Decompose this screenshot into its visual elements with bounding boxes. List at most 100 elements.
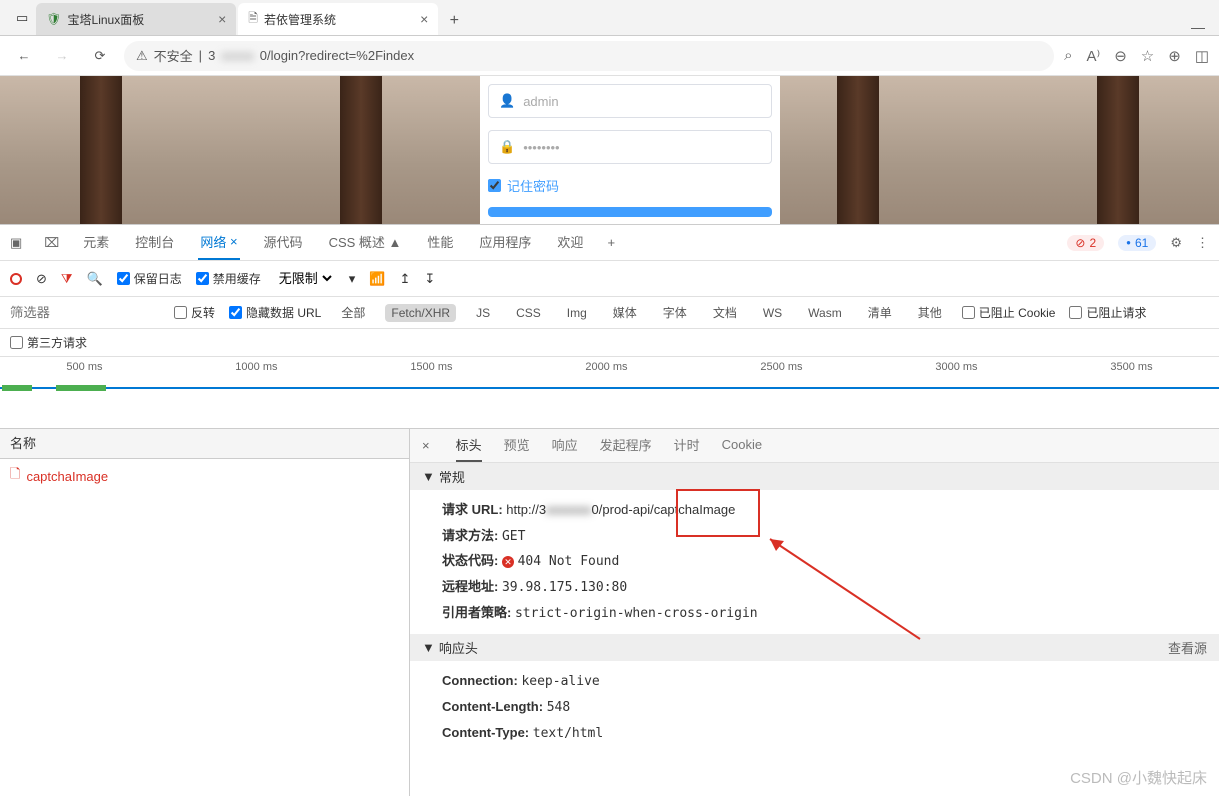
key-icon[interactable]: ⌕	[1064, 47, 1072, 65]
preserve-log-checkbox[interactable]: 保留日志	[117, 270, 182, 287]
error-dot-icon: ✕	[502, 556, 514, 568]
annotation-arrow	[760, 529, 940, 649]
read-aloud-icon[interactable]: A⁾	[1087, 47, 1101, 65]
detail-tab-response[interactable]: 响应	[552, 429, 578, 462]
browser-tab-0[interactable]: 🛡 宝塔Linux面板 ×	[36, 3, 236, 35]
tab-welcome[interactable]: 欢迎	[555, 225, 585, 260]
filter-font[interactable]: 字体	[657, 302, 693, 323]
username-field[interactable]: 👤 admin	[488, 84, 772, 118]
device-toggle-icon[interactable]: ⌧	[44, 235, 59, 251]
third-party-checkbox[interactable]: 第三方请求	[10, 334, 87, 351]
download-icon[interactable]: ↧	[424, 271, 435, 287]
file-icon: 🗋	[10, 465, 20, 487]
close-icon[interactable]: ×	[420, 11, 428, 27]
close-detail-button[interactable]: ×	[422, 438, 430, 453]
blocked-cookie-checkbox[interactable]: 已阻止 Cookie	[962, 304, 1056, 321]
refresh-button[interactable]: ⟳	[86, 42, 114, 70]
more-icon[interactable]: ⋮	[1196, 235, 1209, 251]
add-tab-button[interactable]: +	[607, 235, 615, 250]
filter-doc[interactable]: 文档	[707, 302, 743, 323]
address-bar: ← → ⟳ ⚠ 不安全 | 3 xxxxx 0/login?redirect=%…	[0, 36, 1219, 76]
filter-img[interactable]: Img	[561, 304, 593, 322]
filter-toggle-icon[interactable]: ⧩	[61, 271, 73, 287]
blocked-request-checkbox[interactable]: 已阻止请求	[1069, 304, 1146, 321]
search-icon[interactable]: 🔍	[87, 271, 103, 287]
tab-list-icon[interactable]: ▭	[16, 10, 28, 26]
page-viewport: 👤 admin 🔒 •••••••• 记住密码	[0, 76, 1219, 224]
close-icon[interactable]: ×	[218, 11, 226, 27]
request-row-captchaimage[interactable]: 🗋 captchaImage	[0, 459, 409, 493]
column-header-name[interactable]: 名称	[0, 429, 409, 459]
favorite-icon[interactable]: ☆	[1141, 47, 1154, 65]
filter-css[interactable]: CSS	[510, 304, 547, 322]
app-icon[interactable]: ◫	[1195, 47, 1209, 65]
tab-sources[interactable]: 源代码	[262, 225, 305, 260]
password-field[interactable]: 🔒 ••••••••	[488, 130, 772, 164]
filter-wasm[interactable]: Wasm	[802, 304, 848, 322]
zoom-icon[interactable]: ⊖	[1114, 47, 1127, 65]
info-count-badge[interactable]: 61	[1118, 235, 1156, 251]
detail-tab-headers[interactable]: 标头	[456, 429, 482, 462]
record-button[interactable]	[10, 273, 22, 285]
tab-network[interactable]: 网络 ×	[198, 225, 239, 260]
filter-manifest[interactable]: 清单	[862, 302, 898, 323]
url-text-blur: xxxxx	[221, 48, 254, 63]
header-connection: Connection: keep-alive	[442, 669, 1203, 695]
tick: 3500 ms	[1110, 361, 1152, 373]
filter-fetch-xhr[interactable]: Fetch/XHR	[385, 304, 456, 322]
filter-other[interactable]: 其他	[912, 302, 948, 323]
url-separator: |	[199, 48, 202, 63]
tab-application[interactable]: 应用程序	[477, 225, 533, 260]
bg-decoration	[80, 76, 122, 224]
remember-label: 记住密码	[507, 176, 559, 195]
close-icon[interactable]: ×	[230, 234, 238, 249]
view-source-link[interactable]: 查看源	[1168, 638, 1207, 657]
network-timeline[interactable]: 500 ms 1000 ms 1500 ms 2000 ms 2500 ms 3…	[0, 357, 1219, 429]
request-name: captchaImage	[26, 469, 108, 484]
settings-icon[interactable]: ⚙	[1170, 235, 1182, 251]
detail-tab-initiator[interactable]: 发起程序	[600, 429, 652, 462]
filter-ws[interactable]: WS	[757, 304, 788, 322]
hide-data-url-checkbox[interactable]: 隐藏数据 URL	[229, 304, 321, 321]
upload-icon[interactable]: ↥	[399, 271, 410, 287]
remember-checkbox[interactable]: 记住密码	[488, 176, 772, 195]
detail-tab-preview[interactable]: 预览	[504, 429, 530, 462]
browser-tab-1[interactable]: 🗎 若依管理系统 ×	[238, 3, 438, 35]
detail-tab-cookies[interactable]: Cookie	[722, 429, 762, 462]
bg-decoration	[837, 76, 879, 224]
new-tab-button[interactable]: +	[440, 7, 468, 35]
throttle-select[interactable]: 无限制	[275, 270, 335, 287]
header-content-length: Content-Length: 548	[442, 695, 1203, 721]
user-icon: 👤	[499, 93, 515, 109]
back-button[interactable]: ←	[10, 42, 38, 70]
login-button[interactable]	[488, 207, 772, 217]
url-text-suffix: 0/login?redirect=%2Findex	[260, 48, 414, 63]
tab-console[interactable]: 控制台	[133, 225, 176, 260]
invert-checkbox[interactable]: 反转	[174, 304, 215, 321]
section-general-header[interactable]: ▼ 常规	[410, 463, 1219, 490]
tab-css-overview[interactable]: CSS 概述 ▲	[327, 225, 404, 260]
wifi-icon[interactable]: 📶	[369, 271, 385, 287]
filter-input[interactable]	[10, 305, 160, 320]
inspect-icon[interactable]: ▣	[10, 235, 22, 251]
tick: 3000 ms	[935, 361, 977, 373]
devtools-panel: ▣ ⌧ 元素 控制台 网络 × 源代码 CSS 概述 ▲ 性能 应用程序 欢迎 …	[0, 224, 1219, 796]
filter-all[interactable]: 全部	[335, 302, 371, 323]
remember-input[interactable]	[488, 179, 501, 192]
minimize-icon[interactable]: —	[1191, 19, 1205, 35]
tab-title: 若依管理系统	[264, 11, 336, 28]
clear-button[interactable]: ⊘	[36, 271, 47, 287]
detail-tab-timing[interactable]: 计时	[674, 429, 700, 462]
third-party-row: 第三方请求	[0, 329, 1219, 357]
chevron-down-icon[interactable]: ▾	[349, 271, 356, 287]
disable-cache-checkbox[interactable]: 禁用缓存	[196, 270, 261, 287]
tab-elements[interactable]: 元素	[81, 225, 111, 260]
filter-media[interactable]: 媒体	[607, 302, 643, 323]
collections-icon[interactable]: ⊕	[1168, 47, 1181, 65]
error-count-badge[interactable]: 2	[1067, 235, 1104, 251]
insecure-label: 不安全	[154, 46, 193, 65]
filter-js[interactable]: JS	[470, 304, 496, 322]
tab-performance[interactable]: 性能	[425, 225, 455, 260]
url-input[interactable]: ⚠ 不安全 | 3 xxxxx 0/login?redirect=%2Finde…	[124, 41, 1054, 71]
network-filter-bar: 反转 隐藏数据 URL 全部 Fetch/XHR JS CSS Img 媒体 字…	[0, 297, 1219, 329]
